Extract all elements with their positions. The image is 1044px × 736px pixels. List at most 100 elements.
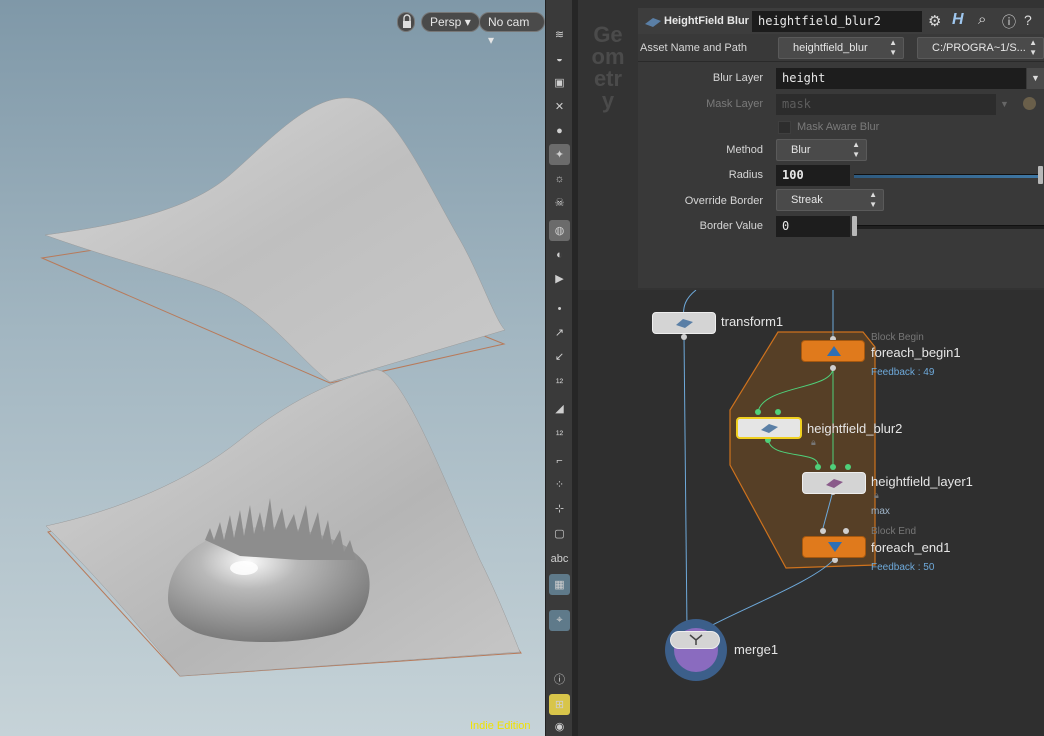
gear-icon[interactable]: ⚙ — [928, 12, 941, 30]
mask-layer-dropdown-icon[interactable]: ▼ — [1000, 94, 1009, 114]
updown-icon: ▲ ▼ — [869, 190, 877, 209]
watermark-text: om — [591, 44, 625, 69]
blur-layer-dropdown-icon[interactable]: ▼ — [1027, 68, 1044, 89]
point-numbers-icon[interactable]: ¹² — [549, 372, 570, 393]
info-icon[interactable]: ⓘ — [549, 668, 570, 689]
lights-icon[interactable]: ✦ — [549, 144, 570, 165]
camera-persp-menu[interactable]: Persp ▾ — [421, 12, 480, 32]
top-sheet — [44, 97, 506, 383]
block-end-sublabel: Block End — [871, 526, 917, 537]
parameter-editor: HeightField Blur heightfield_blur2 ⚙ H ⌕… — [638, 8, 1044, 288]
asset-name-value: heightfield_blur — [793, 42, 868, 54]
layer-max-info: max — [871, 506, 890, 517]
mask-aware-checkbox[interactable] — [778, 121, 791, 134]
viewport-lock-button[interactable] — [397, 12, 415, 32]
flipbook-icon[interactable]: ▶ — [549, 268, 570, 289]
heightfield-node-icon — [645, 18, 661, 27]
normal-display-icon[interactable]: ↗ — [549, 322, 570, 343]
wire-transform-merge — [683, 335, 688, 631]
transform-icon — [676, 319, 693, 328]
feedback-49-info: Feedback : 49 — [871, 367, 935, 378]
radius-field[interactable]: 100 — [776, 165, 850, 186]
updown-icon: ▲ ▼ — [889, 38, 897, 57]
heightfield-blur2-node[interactable] — [736, 417, 802, 439]
heightfield-blur2-label: heightfield_blur2 — [807, 421, 903, 436]
radius-slider-handle[interactable] — [1038, 166, 1043, 184]
lock-camera-icon[interactable]: ▣ — [549, 72, 570, 93]
loop-end-icon — [828, 542, 842, 552]
camera-nocam-label: No cam — [488, 15, 530, 29]
mask-layer-label: Mask Layer — [706, 98, 763, 110]
asset-path-menu[interactable]: C:/PROGRA~1/S... ▲ ▼ — [917, 37, 1044, 59]
heightfield-layer1-node[interactable] — [802, 472, 866, 494]
question-icon[interactable]: ? — [1024, 12, 1032, 28]
node-name-field[interactable]: heightfield_blur2 — [752, 11, 922, 32]
viewport-geometry — [40, 97, 522, 677]
headlight-icon[interactable]: ☼ — [549, 168, 570, 189]
scene-viewport[interactable]: Persp ▾ No cam ▾ Indie Edition — [0, 0, 545, 736]
merge1-label: merge1 — [734, 642, 779, 657]
radius-label: Radius — [728, 169, 763, 181]
border-value-label: Border Value — [699, 220, 763, 232]
override-border-value: Streak — [791, 194, 823, 206]
vertex-display-icon[interactable]: ⁘ — [549, 474, 570, 495]
indie-edition-label: Indie Edition — [470, 720, 531, 732]
text-labels-icon[interactable]: abc — [549, 548, 570, 569]
border-value-slider-track[interactable] — [854, 225, 1044, 229]
camera-view-icon[interactable]: ◐ — [549, 244, 570, 265]
transform1-node[interactable] — [652, 312, 716, 334]
bounding-box-icon[interactable]: ▢ — [549, 523, 570, 544]
heightfield-layer-icon — [826, 479, 843, 488]
hull-display-icon[interactable]: ⊹ — [549, 498, 570, 519]
snap-icon[interactable]: ✕ — [549, 96, 570, 117]
border-value-slider-handle[interactable] — [852, 216, 857, 236]
merge1-node[interactable] — [670, 631, 720, 649]
viewport-display-toolbar: ≋ ◒ ▣ ✕ ● ✦ ☼ ☠ ◍ ◐ ▶ • ↗ ↙ ¹² ◢ ¹² ⌐ ⁘ … — [545, 0, 572, 736]
foreach-begin1-label: foreach_begin1 — [871, 345, 961, 360]
help-h-icon[interactable]: H — [952, 11, 964, 29]
shading-sphere-icon[interactable]: ● — [549, 120, 570, 141]
watermark-text: etr — [593, 66, 623, 91]
viewport-eye-icon[interactable]: ◉ — [549, 716, 570, 736]
watermark-text: y — [601, 88, 615, 113]
foreach-block-region — [729, 331, 876, 569]
camera-persp-label: Persp — [430, 15, 462, 29]
watermark-text: Ge — [593, 22, 623, 47]
blur-layer-field[interactable]: height — [776, 68, 1026, 89]
background-image-icon[interactable]: ▦ — [549, 574, 570, 595]
method-label: Method — [726, 144, 763, 156]
prim-display-icon[interactable]: ◢ — [549, 398, 570, 419]
radius-slider-track[interactable] — [854, 174, 1040, 178]
foreach-end1-node[interactable] — [802, 536, 866, 558]
foreach-begin1-node[interactable] — [801, 340, 865, 362]
display-options-icon[interactable]: ≋ — [549, 24, 570, 45]
transform1-label: transform1 — [721, 314, 784, 329]
visibility-eye-icon[interactable]: ◒ — [549, 48, 570, 69]
block-begin-sublabel: Block Begin — [871, 332, 924, 343]
network-editor[interactable]: transform1 Block Begin foreach_begin1 Fe… — [578, 290, 1044, 736]
updown-icon: ▲ ▼ — [852, 140, 860, 159]
updown-icon: ▲ ▼ — [1029, 38, 1037, 57]
render-sphere-icon[interactable]: ◍ — [549, 220, 570, 241]
pin-icon[interactable]: ⌖ — [549, 610, 570, 631]
camera-nocam-menu[interactable]: No cam ▾ — [479, 12, 545, 47]
houdini-window: Persp ▾ No cam ▾ Indie Edition ≋ ◒ ▣ ✕ ●… — [0, 0, 1044, 736]
mask-layer-field[interactable]: mask — [776, 94, 996, 115]
uv-display-icon[interactable]: ⌐ — [549, 450, 570, 471]
asset-label: Asset Name and Path — [640, 42, 748, 54]
asset-name-menu[interactable]: heightfield_blur ▲ ▼ — [778, 37, 904, 59]
method-menu[interactable]: Blur ▲ ▼ — [776, 139, 867, 161]
layout-grid-icon[interactable]: ⊞ — [549, 694, 570, 715]
point-display-icon[interactable]: • — [549, 298, 570, 319]
prim-numbers-icon[interactable]: ¹² — [549, 424, 570, 445]
ghost-icon[interactable]: ☠ — [549, 192, 570, 213]
override-border-menu[interactable]: Streak ▲ ▼ — [776, 189, 884, 211]
mask-select-icon[interactable] — [1023, 97, 1036, 110]
dome-highlight — [230, 561, 258, 575]
lock-icon — [403, 14, 411, 28]
search-icon[interactable]: ⌕ — [978, 11, 986, 28]
vector-display-icon[interactable]: ↙ — [549, 346, 570, 367]
info-circle-icon[interactable]: ⓘ — [1002, 12, 1016, 32]
blur-lock-icon: 🔒︎ — [811, 437, 816, 447]
border-value-field[interactable]: 0 — [776, 216, 850, 237]
